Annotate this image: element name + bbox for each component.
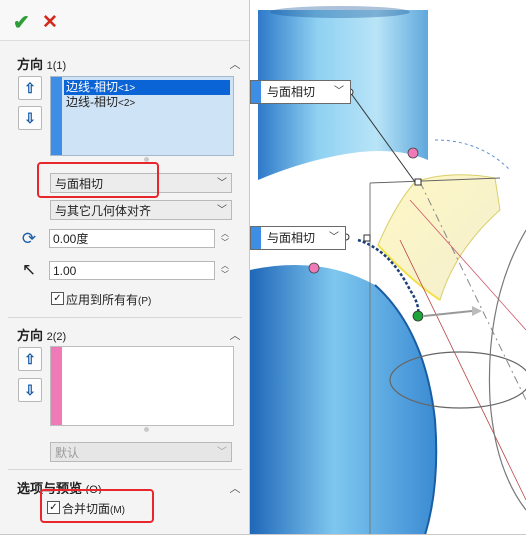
section-divider [8, 469, 242, 470]
angle-input[interactable]: 0.00度 [49, 229, 215, 248]
pink-handle[interactable] [308, 262, 320, 274]
move-down-arrow-icon[interactable]: ⇩ [18, 378, 42, 402]
direction2-count: 2(2) [46, 331, 67, 343]
tangent-length-input[interactable]: 1.00 [49, 261, 215, 280]
direction1-collapse-icon[interactable]: ︿ [228, 56, 242, 71]
direction1-title: 方向 [17, 57, 44, 72]
alignment-select[interactable]: 与其它几何体对齐 ﹀ [50, 200, 232, 220]
apply-to-all-checkbox[interactable]: ✓ [51, 292, 64, 305]
callout-tangency-mid[interactable]: 与面相切 ﹀ [250, 226, 346, 250]
list-item-edge-2[interactable]: 边线-相切<2> [64, 95, 230, 110]
property-manager-panel: ✔ ✕ 方向 1(1) ︿ ⇧ ⇩ 边线-相切<1> 边线-相切<2> 与面相切… [0, 0, 250, 535]
loft-preview-surface [377, 174, 501, 301]
direction2-collapse-icon[interactable]: ︿ [228, 327, 242, 342]
direction2-header[interactable]: 方向 2(2) [17, 325, 66, 344]
direction2-default-select[interactable]: 默认 ﹀ [50, 442, 232, 462]
list-item-edge-1[interactable]: 边线-相切<1> [64, 80, 230, 95]
profile-arc [488, 229, 526, 511]
graphics-viewport[interactable]: 与面相切 ﹀ 与面相切 ﹀ [250, 0, 526, 535]
tangent-arrow [423, 310, 473, 317]
point-marker [414, 178, 422, 186]
move-up-arrow-icon[interactable]: ⇧ [18, 347, 42, 371]
direction2-selection-list[interactable] [50, 346, 234, 426]
apply-to-all-label: 应用到所有有(P) [66, 293, 152, 307]
tangent-magnitude-icon: ↖ [21, 260, 37, 279]
direction1-color-bar [51, 77, 62, 155]
confirm-toolbar: ✔ ✕ [0, 0, 249, 41]
callout-tangency-top[interactable]: 与面相切 ﹀ [250, 80, 351, 104]
section-divider [8, 317, 242, 318]
cancel-x-icon[interactable]: ✕ [42, 13, 58, 33]
direction2-color-bar [51, 347, 62, 425]
tangent-length-spinner[interactable]: ︿ ﹀ [220, 261, 230, 279]
rotate-angle-icon: ⟳ [21, 229, 37, 248]
callout-color-stripe [251, 227, 261, 249]
move-up-arrow-icon[interactable]: ⇧ [18, 76, 42, 100]
angle-spinner[interactable]: ︿ ﹀ [220, 229, 230, 247]
list-resize-grip-icon[interactable] [144, 427, 149, 432]
direction1-header[interactable]: 方向 1(1) [17, 54, 66, 73]
ok-check-icon[interactable]: ✔ [13, 13, 30, 33]
move-down-arrow-icon[interactable]: ⇩ [18, 106, 42, 130]
point-marker [363, 234, 371, 242]
lower-cylinder-body [250, 265, 437, 535]
highlight-box-tangency [37, 162, 159, 198]
options-collapse-icon[interactable]: ︿ [228, 480, 242, 495]
direction1-selection-list[interactable]: 边线-相切<1> 边线-相切<2> [50, 76, 234, 156]
upper-cylinder-edge [270, 6, 410, 18]
highlight-box-merge [40, 489, 154, 523]
direction1-count: 1(1) [46, 60, 67, 72]
green-handle[interactable] [412, 310, 424, 322]
callout-color-stripe [251, 81, 261, 103]
pink-handle[interactable] [407, 147, 419, 159]
guide-arc [434, 139, 511, 171]
direction2-title: 方向 [17, 328, 44, 343]
